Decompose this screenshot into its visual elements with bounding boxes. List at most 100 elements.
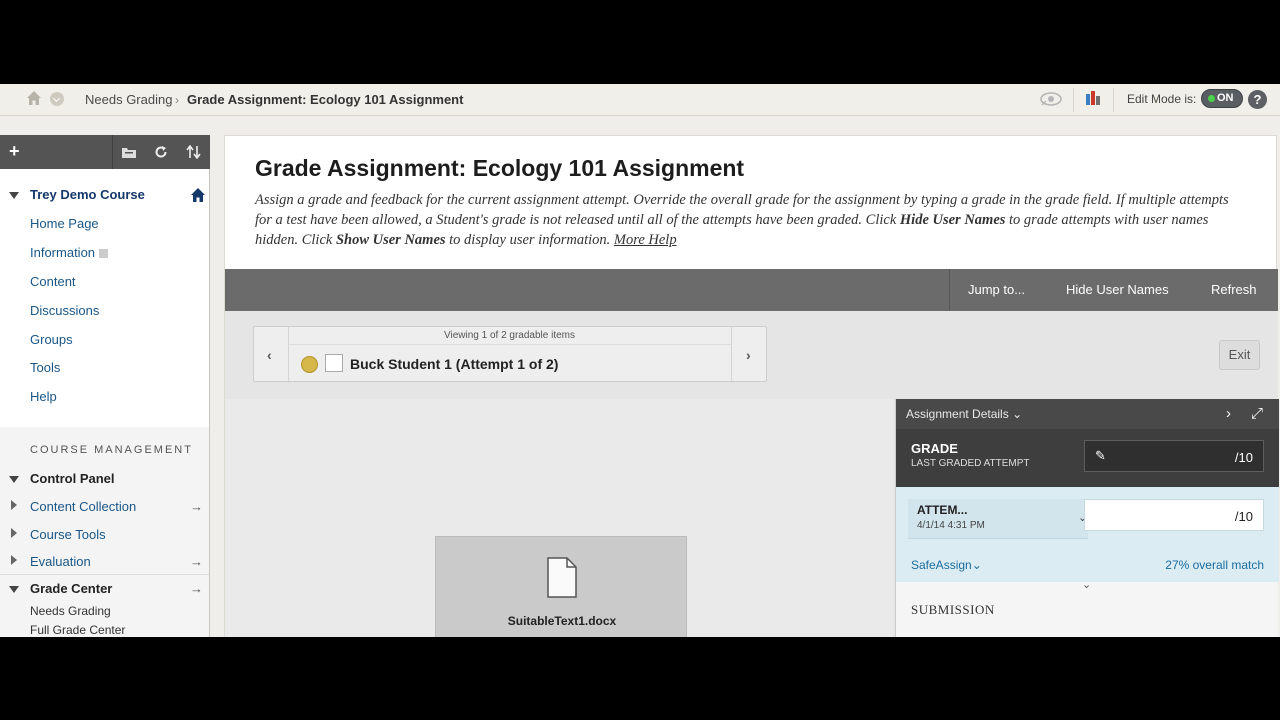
attempt-label: ATTEM... bbox=[917, 503, 968, 517]
submission-heading: SUBMISSION bbox=[911, 602, 995, 617]
edit-mode-toggle[interactable]: ON bbox=[1201, 89, 1243, 108]
hide-user-names-button[interactable]: Hide User Names bbox=[1066, 282, 1169, 297]
expand-content-collection-icon[interactable] bbox=[11, 500, 17, 510]
assignment-details-dropdown[interactable]: Assignment Details ⌄ bbox=[906, 407, 1022, 421]
expand-evaluation-icon[interactable] bbox=[11, 555, 17, 565]
control-panel-title[interactable]: Control Panel bbox=[30, 471, 115, 486]
viewing-count: Viewing 1 of 2 gradable items bbox=[444, 330, 576, 341]
breadcrumb-needs-grading[interactable]: Needs Grading bbox=[85, 92, 172, 107]
course-home-icon[interactable] bbox=[190, 187, 206, 203]
needs-grading-status-icon bbox=[301, 356, 318, 373]
cm-item-course-tools[interactable]: Course Tools bbox=[30, 527, 106, 542]
attempt-date: 4/1/14 4:31 PM bbox=[917, 520, 985, 531]
grade-center-needs-grading[interactable]: Needs Grading bbox=[30, 604, 111, 618]
jump-to-button[interactable]: Jump to... bbox=[968, 282, 1025, 297]
sidebar-item-tools[interactable]: Tools bbox=[30, 360, 60, 375]
safeassign-label: SafeAssign bbox=[911, 558, 972, 572]
page-description: Assign a grade and feedback for the curr… bbox=[255, 190, 1245, 250]
collapse-grade-center-icon[interactable] bbox=[9, 586, 19, 593]
collapse-panel-icon[interactable]: › bbox=[1226, 405, 1231, 422]
help-icon[interactable]: ? bbox=[1248, 90, 1267, 109]
action-bar: Jump to... Hide User Names Refresh bbox=[225, 269, 1278, 311]
document-icon bbox=[547, 557, 577, 598]
page-title: Grade Assignment: Ecology 101 Assignment bbox=[255, 155, 745, 181]
expand-course-tools-icon[interactable] bbox=[11, 528, 17, 538]
chevron-down-icon: ⌄ bbox=[971, 558, 982, 572]
reorder-icon[interactable] bbox=[186, 145, 202, 159]
student-preview-icon[interactable] bbox=[1040, 91, 1062, 107]
overall-grade-field[interactable]: ✎ /10 bbox=[1084, 440, 1264, 472]
toolbar-divider bbox=[1073, 88, 1074, 112]
arrow-right-icon[interactable]: → bbox=[190, 499, 203, 514]
refresh-icon[interactable] bbox=[153, 145, 169, 159]
sidebar-item-label: Information bbox=[30, 245, 96, 260]
previous-attempt-icon[interactable]: ‹ bbox=[267, 347, 272, 363]
exit-button[interactable]: Exit bbox=[1219, 340, 1260, 370]
description-text: to display user information. bbox=[445, 232, 614, 248]
chevron-down-icon: ⌄ bbox=[1012, 407, 1023, 421]
fullscreen-icon[interactable]: ⤢ bbox=[1251, 405, 1263, 422]
file-name: SuitableText1.docx bbox=[507, 614, 617, 628]
details-header: Assignment Details ⌄ › ⤢ bbox=[896, 399, 1279, 429]
attempt-navigator: ‹ Viewing 1 of 2 gradable items Buck Stu… bbox=[253, 326, 767, 383]
cm-item-content-collection[interactable]: Content Collection bbox=[30, 499, 136, 514]
grade-sublabel: LAST GRADED ATTEMPT bbox=[911, 458, 1030, 469]
user-avatar-icon bbox=[325, 354, 343, 372]
sidebar-item-home-page[interactable]: Home Page bbox=[30, 216, 99, 231]
student-attempt-label[interactable]: Buck Student 1 (Attempt 1 of 2) bbox=[350, 356, 558, 372]
assignment-details-panel: Assignment Details ⌄ › ⤢ GRADE LAST GRAD… bbox=[895, 399, 1279, 637]
description-hide-user-names: Hide User Names bbox=[899, 212, 1006, 228]
toolbar-divider bbox=[1113, 88, 1114, 112]
breadcrumb-bar: Needs Grading › Grade Assignment: Ecolog… bbox=[0, 84, 1280, 116]
home-icon[interactable] bbox=[26, 90, 42, 106]
collapse-course-icon[interactable] bbox=[9, 192, 19, 199]
collapse-control-panel-icon[interactable] bbox=[9, 476, 19, 483]
refresh-button[interactable]: Refresh bbox=[1211, 282, 1257, 297]
toolbar-divider bbox=[112, 135, 113, 169]
breadcrumb-menu-icon[interactable] bbox=[50, 92, 64, 106]
attempt-row: ATTEM... 4/1/14 4:31 PM ⌄ /10 SafeAssign… bbox=[896, 487, 1279, 591]
edit-mode-value: ON bbox=[1217, 92, 1234, 104]
description-show-user-names: Show User Names bbox=[335, 232, 446, 248]
more-help-link[interactable]: More Help bbox=[614, 232, 677, 248]
grade-center-full[interactable]: Full Grade Center bbox=[30, 623, 125, 637]
arrow-right-icon[interactable]: → bbox=[190, 581, 203, 596]
sidebar-item-information[interactable]: Information bbox=[30, 245, 109, 260]
screen: Needs Grading › Grade Assignment: Ecolog… bbox=[0, 0, 1280, 720]
grade-label: GRADE bbox=[911, 441, 958, 456]
arrow-right-icon[interactable]: → bbox=[190, 554, 203, 569]
details-title: Assignment Details bbox=[906, 407, 1009, 421]
pencil-icon[interactable]: ✎ bbox=[1095, 448, 1106, 464]
action-divider bbox=[949, 269, 950, 311]
next-attempt-icon[interactable]: › bbox=[746, 347, 751, 363]
breadcrumb-current: Grade Assignment: Ecology 101 Assignment bbox=[187, 92, 464, 107]
attempt-grade-input[interactable]: /10 bbox=[1084, 499, 1264, 531]
sidebar-item-discussions[interactable]: Discussions bbox=[30, 303, 99, 318]
toggle-on-indicator bbox=[1208, 95, 1215, 102]
grade-row: GRADE LAST GRADED ATTEMPT ✎ /10 bbox=[896, 429, 1279, 487]
course-management-label: COURSE MANAGEMENT bbox=[30, 444, 193, 456]
add-menu-item-icon[interactable]: + bbox=[9, 141, 20, 162]
app-window: Needs Grading › Grade Assignment: Ecolog… bbox=[0, 84, 1280, 637]
file-card[interactable]: SuitableText1.docx bbox=[435, 536, 687, 637]
course-menu-toolbar: + bbox=[0, 135, 210, 169]
expand-chevron-icon[interactable]: ⌄ bbox=[1082, 578, 1091, 591]
sidebar-item-content[interactable]: Content bbox=[30, 274, 76, 289]
folder-view-icon[interactable] bbox=[121, 145, 137, 159]
sidebar-item-groups[interactable]: Groups bbox=[30, 332, 73, 347]
sidebar-item-help[interactable]: Help bbox=[30, 389, 57, 404]
grading-area: ‹ Viewing 1 of 2 gradable items Buck Stu… bbox=[225, 311, 1279, 637]
safeassign-dropdown[interactable]: SafeAssign⌄ bbox=[911, 558, 982, 572]
course-title[interactable]: Trey Demo Course bbox=[30, 187, 145, 202]
grade-center-title[interactable]: Grade Center bbox=[30, 581, 112, 596]
hidden-item-icon bbox=[99, 249, 109, 259]
document-viewer: SuitableText1.docx bbox=[225, 399, 893, 637]
grade-out-of: /10 bbox=[1234, 450, 1253, 465]
safeassign-match[interactable]: 27% overall match bbox=[1165, 558, 1264, 572]
cm-item-evaluation[interactable]: Evaluation bbox=[30, 554, 91, 569]
main-content: Grade Assignment: Ecology 101 Assignment… bbox=[224, 135, 1279, 637]
attempt-selector-dropdown[interactable]: ATTEM... 4/1/14 4:31 PM ⌄ bbox=[908, 499, 1088, 539]
color-palette-icon[interactable] bbox=[1085, 90, 1101, 106]
attempt-out-of: /10 bbox=[1234, 509, 1253, 524]
divider bbox=[731, 327, 732, 383]
